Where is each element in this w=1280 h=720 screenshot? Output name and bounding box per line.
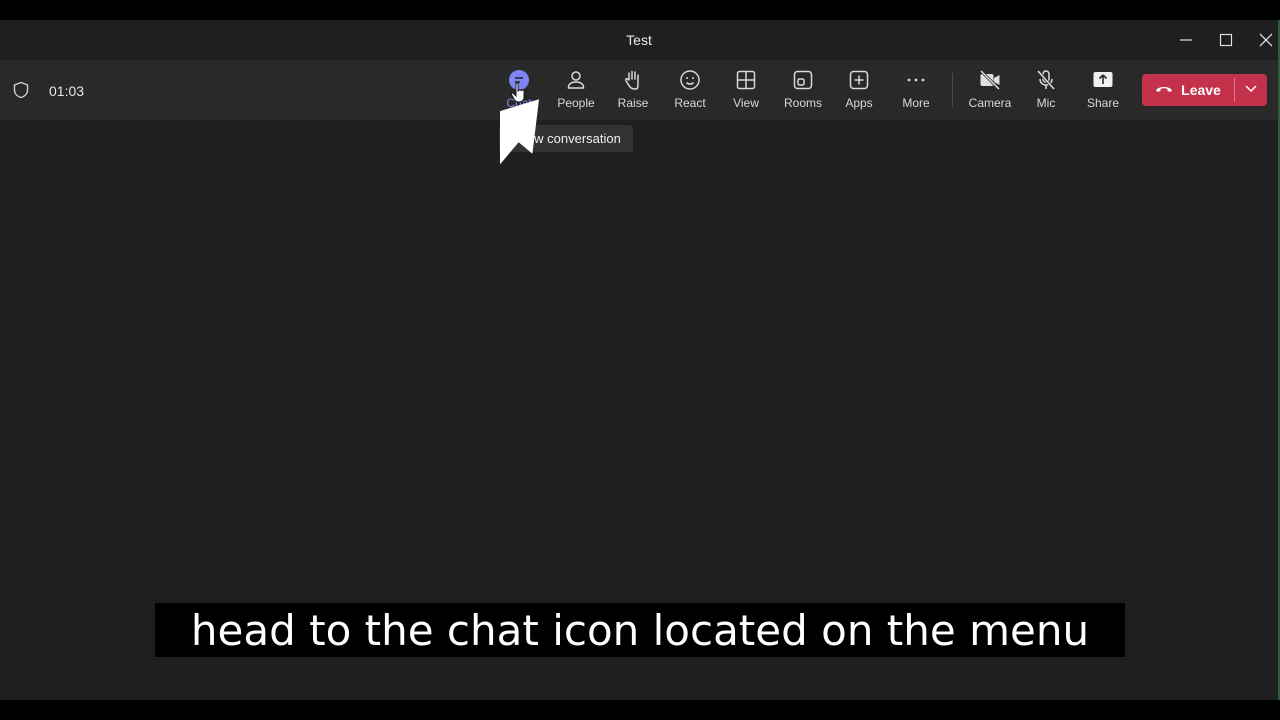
close-icon[interactable] — [1254, 28, 1278, 52]
person-icon — [564, 68, 588, 92]
more-label: More — [902, 96, 930, 110]
view-label: View — [733, 96, 759, 110]
leave-label: Leave — [1181, 82, 1221, 98]
react-label: React — [674, 96, 706, 110]
video-caption: head to the chat icon located on the men… — [155, 603, 1125, 657]
mic-off-icon — [1034, 68, 1058, 92]
rooms-button[interactable]: Rooms — [775, 68, 831, 116]
minimize-icon[interactable] — [1174, 28, 1198, 52]
toolbar-divider — [952, 73, 953, 107]
leave-button[interactable]: Leave — [1142, 74, 1234, 106]
maximize-icon[interactable] — [1214, 28, 1238, 52]
leave-button-group: Leave — [1142, 74, 1267, 106]
meeting-window: Test 01:03 Chat People Raise React View … — [0, 20, 1280, 700]
share-button[interactable]: Share — [1075, 68, 1131, 116]
smiley-icon — [678, 68, 702, 92]
shield-icon — [12, 81, 30, 99]
ellipsis-icon — [904, 68, 928, 92]
rooms-icon — [791, 68, 815, 92]
share-icon — [1091, 68, 1115, 92]
mic-label: Mic — [1036, 96, 1056, 110]
hang-up-icon — [1155, 80, 1173, 101]
title-bar: Test — [0, 20, 1278, 60]
mic-button[interactable]: Mic — [1018, 68, 1074, 116]
hand-icon — [621, 68, 645, 92]
meeting-timer: 01:03 — [49, 83, 85, 99]
more-button[interactable]: More — [888, 68, 944, 116]
share-label: Share — [1086, 96, 1120, 110]
camera-label: Camera — [968, 96, 1012, 110]
window-title: Test — [626, 32, 652, 48]
react-button[interactable]: React — [662, 68, 718, 116]
grid-icon — [734, 68, 758, 92]
hand-cursor-icon — [510, 82, 525, 103]
apps-label: Apps — [845, 96, 873, 110]
view-button[interactable]: View — [718, 68, 774, 116]
camera-off-icon — [978, 68, 1002, 92]
camera-button[interactable]: Camera — [962, 68, 1018, 116]
rooms-label: Rooms — [783, 96, 822, 110]
pointer-arrow-overlay — [500, 99, 539, 193]
apps-button[interactable]: Apps — [831, 68, 887, 116]
chevron-down-icon — [1244, 81, 1258, 100]
leave-options-button[interactable] — [1235, 74, 1267, 106]
plus-icon — [847, 68, 871, 92]
